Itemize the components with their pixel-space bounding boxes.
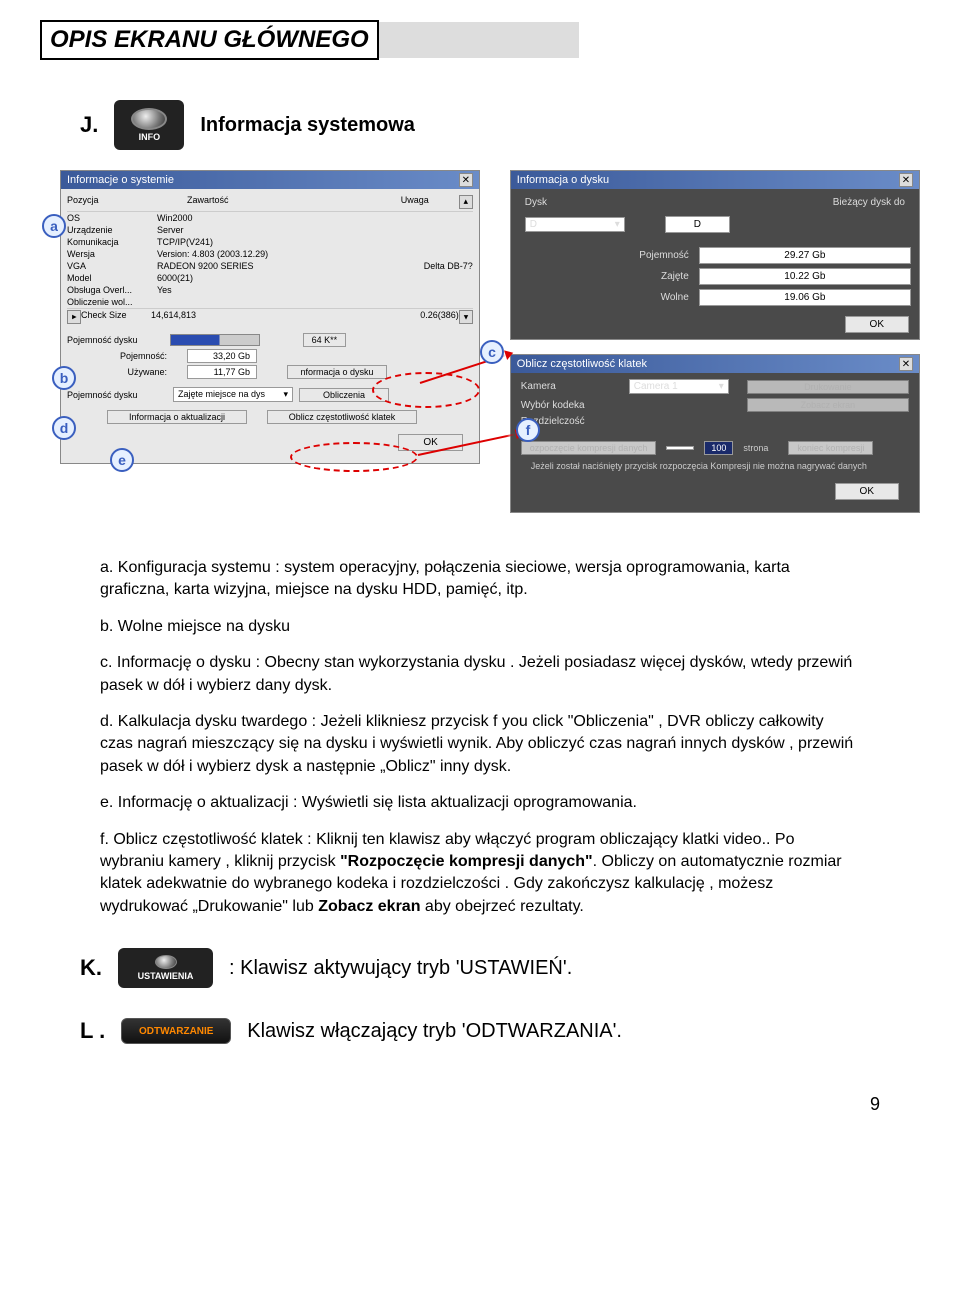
- window-title: Informacje o systemie: [67, 174, 174, 186]
- section-j-label: Informacja systemowa: [200, 114, 415, 137]
- marker-f: f: [516, 418, 540, 442]
- section-l-letter: L .: [80, 1018, 105, 1044]
- page-count-field: [666, 446, 694, 450]
- disk-cap-label2: Pojemność dysku: [67, 390, 167, 400]
- capacity-value: 33,20 Gb: [187, 349, 257, 363]
- table-row: ▴Check Size14,614,8130.26(386)▴: [67, 308, 473, 325]
- window-disk-info: Informacja o dysku ✕ Dysk Bieżący dysk d…: [510, 170, 920, 340]
- section-j-letter: J.: [80, 112, 98, 138]
- page-number: 9: [40, 1094, 880, 1115]
- table-row: KomunikacjaTCP/IP(V241): [67, 236, 473, 248]
- chevron-down-icon: ▾: [719, 381, 724, 392]
- marker-d: d: [52, 416, 76, 440]
- item-e: e. Informację o aktualizacji : Wyświetli…: [100, 792, 860, 814]
- marker-b: b: [52, 366, 76, 390]
- marker-c: c: [480, 340, 504, 364]
- print-button[interactable]: Drukowanie: [747, 380, 909, 394]
- disk-cap-label: Pojemność dysku: [67, 335, 167, 345]
- calculate-button[interactable]: Obliczenia: [299, 388, 389, 402]
- table-row: OSWin2000: [67, 212, 473, 224]
- chevron-down-icon: ▾: [615, 219, 620, 230]
- marker-e: e: [110, 448, 134, 472]
- close-icon[interactable]: ✕: [899, 357, 913, 371]
- current-disk-label: Bieżący dysk do: [833, 197, 905, 208]
- table-row: Obsługa Overl...Yes: [67, 284, 473, 296]
- col-note: Uwaga: [357, 195, 429, 209]
- free-value: 19.06 Gb: [699, 289, 911, 306]
- section-k-text: : Klawisz aktywujący tryb 'USTAWIEŃ'.: [229, 957, 572, 980]
- close-icon[interactable]: ✕: [459, 173, 473, 187]
- table-row: Model6000(21): [67, 272, 473, 284]
- item-f: f. Oblicz częstotliwość klatek : Kliknij…: [100, 829, 860, 919]
- current-disk-value: D: [665, 216, 730, 233]
- info-label: INFO: [139, 132, 161, 142]
- chevron-down-icon: ▾: [283, 389, 288, 400]
- close-icon[interactable]: ✕: [899, 173, 913, 187]
- ok-button[interactable]: OK: [835, 483, 899, 500]
- used-value: 10.22 Gb: [699, 268, 911, 285]
- item-b: b. Wolne miejsce na dysku: [100, 616, 860, 638]
- compression-hint: Jeżeli został naciśnięty przycisk rozpoc…: [521, 455, 909, 477]
- col-position: Pozycja: [67, 195, 157, 209]
- scroll-down-icon[interactable]: ▴: [459, 310, 473, 324]
- used-value: 11,77 Gb: [187, 365, 257, 379]
- allocation-button[interactable]: 64 K**: [303, 333, 347, 347]
- page-title: OPIS EKRANU GŁÓWNEGO: [50, 26, 369, 53]
- item-d: d. Kalkulacja dysku twardego : Jeżeli kl…: [100, 711, 860, 778]
- table-row: WersjaVersion: 4.803 (2003.12.29): [67, 248, 473, 260]
- frame-freq-button[interactable]: Oblicz częstotliwość klatek: [267, 410, 417, 424]
- section-k-letter: K.: [80, 955, 102, 981]
- table-row: UrządzenieServer: [67, 224, 473, 236]
- scroll-left-icon[interactable]: ▴: [67, 310, 81, 324]
- title-extension: [379, 22, 579, 58]
- disk-dropdown[interactable]: D▾: [525, 217, 625, 232]
- playback-button-icon[interactable]: ODTWARZANIE: [121, 1018, 231, 1044]
- camera-select[interactable]: Camera 1▾: [629, 379, 729, 394]
- disk-info-button[interactable]: nformacja o dysku: [287, 365, 387, 379]
- window-title: Informacja o dysku: [517, 174, 609, 186]
- disk-select[interactable]: Zajęte miejsce na dys▾: [173, 387, 293, 402]
- description-list: a. Konfiguracja systemu : system operacy…: [100, 557, 860, 918]
- oval-icon: [155, 955, 177, 969]
- window-frame-freq: Oblicz częstotliwość klatek ✕ Kamera Cam…: [510, 354, 920, 513]
- window-system-info: Informacje o systemie ✕ Pozycja Zawartoś…: [60, 170, 480, 464]
- end-compression-button[interactable]: koniec kompresji: [788, 441, 873, 455]
- view-screen-button[interactable]: Zobacz ekran: [747, 398, 909, 412]
- info-button-icon[interactable]: INFO: [114, 100, 184, 150]
- table-row: Obliczenie wol...: [67, 296, 473, 308]
- marker-a: a: [42, 214, 66, 238]
- item-a: a. Konfiguracja systemu : system operacy…: [100, 557, 860, 602]
- capacity-value: 29.27 Gb: [699, 247, 911, 264]
- col-content: Zawartość: [187, 195, 327, 209]
- scroll-up-icon[interactable]: ▴: [459, 195, 473, 209]
- page-header: OPIS EKRANU GŁÓWNEGO: [40, 20, 920, 60]
- update-info-button[interactable]: Informacja o aktualizacji: [107, 410, 247, 424]
- window-title: Oblicz częstotliwość klatek: [517, 358, 647, 370]
- item-c: c. Informację o dysku : Obecny stan wyko…: [100, 652, 860, 697]
- usage-bar: [170, 334, 260, 346]
- settings-button-icon[interactable]: USTAWIENIA: [118, 948, 213, 988]
- start-compression-button[interactable]: ozpoczęcie kompresji danych: [521, 441, 657, 455]
- table-row: VGARADEON 9200 SERIESDelta DB-7?: [67, 260, 473, 272]
- section-l-text: Klawisz włączający tryb 'ODTWARZANIA'.: [247, 1020, 622, 1043]
- oval-icon: [131, 108, 167, 130]
- disk-label: Dysk: [525, 197, 547, 208]
- page-value: 100: [704, 441, 733, 455]
- ok-button[interactable]: OK: [845, 316, 909, 333]
